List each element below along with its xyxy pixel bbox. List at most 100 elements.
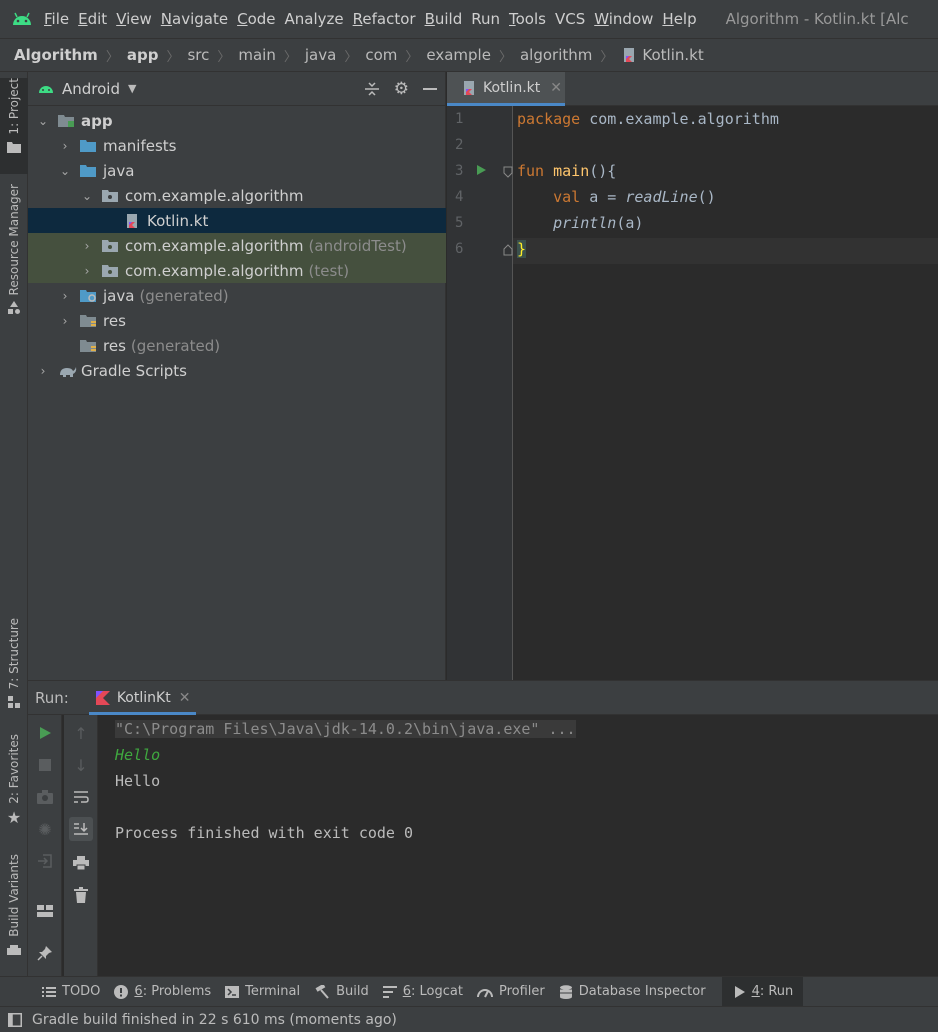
tool-tab-project[interactable]: 1: Project <box>0 78 28 174</box>
menu-edit[interactable]: Edit <box>78 10 115 28</box>
tree-item-label: com.example.algorithm <box>125 261 304 280</box>
clear-all-button[interactable] <box>69 883 93 907</box>
breadcrumb-example[interactable]: example <box>426 46 491 64</box>
kotlin-icon <box>95 690 111 706</box>
minimize-icon[interactable] <box>423 87 437 91</box>
breadcrumb-module[interactable]: app <box>127 46 159 64</box>
breadcrumb-java[interactable]: java <box>305 46 336 64</box>
restore-layout-button[interactable] <box>33 849 57 873</box>
tree-item-package[interactable]: ⌄ com.example.algorithm <box>28 183 446 208</box>
menu-navigate[interactable]: Navigate <box>161 10 236 28</box>
rerun-button[interactable] <box>33 721 57 745</box>
chevron-right-icon[interactable]: › <box>80 264 94 278</box>
layout-icon <box>37 905 53 917</box>
scroll-up-button[interactable]: ↑ <box>69 721 93 745</box>
tree-item-gradle-scripts[interactable]: › Gradle Scripts <box>28 358 446 383</box>
layout-button[interactable] <box>33 899 57 923</box>
tree-item-res-generated[interactable]: res (generated) <box>28 333 446 358</box>
scroll-down-button[interactable]: ↓ <box>69 753 93 777</box>
menu-vcs[interactable]: VCS <box>555 10 593 28</box>
code-token: } <box>517 240 527 258</box>
pin-button[interactable] <box>33 941 57 965</box>
menu-help[interactable]: Help <box>662 10 704 28</box>
console-output[interactable]: "C:\Program Files\Java\jdk-14.0.2\bin\ja… <box>108 715 938 977</box>
breadcrumb-project[interactable]: Algorithm <box>14 46 98 64</box>
bottom-tool-window-bar: TODO 6: Problems Terminal Build 6: Logca… <box>0 976 938 1007</box>
fold-marker-icon[interactable] <box>503 244 513 256</box>
gear-icon[interactable]: ⚙ <box>394 79 409 99</box>
line-number: 5 <box>455 215 464 231</box>
tool-label: Build <box>336 984 369 999</box>
tool-tab-build-variants[interactable]: Build Variants <box>0 854 28 964</box>
soft-wrap-button[interactable] <box>69 785 93 809</box>
tool-windows-toggle-icon[interactable] <box>8 1012 22 1027</box>
menu-file[interactable]: File <box>44 10 77 28</box>
tool-build[interactable]: Build <box>310 977 379 1007</box>
tool-todo[interactable]: TODO <box>38 977 110 1007</box>
stop-button[interactable] <box>33 753 57 777</box>
breadcrumb-com[interactable]: com <box>365 46 397 64</box>
status-message[interactable]: Gradle build finished in 22 s 610 ms (mo… <box>32 1012 397 1028</box>
tool-tab-structure[interactable]: 7: Structure <box>0 618 28 714</box>
menu-view[interactable]: View <box>116 10 160 28</box>
tool-logcat[interactable]: 6: Logcat <box>379 977 473 1007</box>
editor-gutter: 1 2 3 4 5 6 <box>447 106 513 680</box>
tool-tab-resource-manager[interactable]: Resource Manager <box>0 184 28 328</box>
chevron-right-icon[interactable]: › <box>80 239 94 253</box>
menu-refactor[interactable]: Refactor <box>353 10 424 28</box>
menu-window[interactable]: Window <box>594 10 661 28</box>
tool-tab-favorites[interactable]: 2: Favorites ★ <box>0 734 28 830</box>
close-icon[interactable]: ✕ <box>179 690 191 706</box>
run-tab-kotlinkt[interactable]: KotlinKt ✕ <box>88 681 197 715</box>
close-icon[interactable]: ✕ <box>550 80 562 96</box>
menu-build[interactable]: Build <box>425 10 471 28</box>
tree-item-package-android-test[interactable]: › com.example.algorithm (androidTest) <box>28 233 446 258</box>
collapse-all-icon[interactable] <box>364 81 380 97</box>
chevron-right-icon[interactable]: › <box>58 289 72 303</box>
tree-item-kotlin-file[interactable]: Kotlin.kt <box>28 208 446 233</box>
tool-database-inspector[interactable]: Database Inspector <box>555 977 716 1007</box>
tool-profiler[interactable]: Profiler <box>473 977 555 1007</box>
chevron-down-icon[interactable]: ⌄ <box>80 189 94 203</box>
menu-tools[interactable]: Tools <box>509 10 554 28</box>
menu-run[interactable]: Run <box>471 10 508 28</box>
chevron-down-icon[interactable]: ⌄ <box>58 164 72 178</box>
project-view-selector[interactable]: Android <box>62 80 120 98</box>
scroll-to-end-button[interactable] <box>69 817 93 841</box>
dump-threads-button[interactable] <box>33 785 57 809</box>
tool-label: Terminal <box>245 984 301 999</box>
tree-item-java-generated[interactable]: › java (generated) <box>28 283 446 308</box>
tool-terminal[interactable]: Terminal <box>221 977 310 1007</box>
build-variants-icon <box>7 943 21 959</box>
tree-item-manifests[interactable]: › manifests <box>28 133 446 158</box>
fold-marker-icon[interactable] <box>503 166 513 178</box>
settings-button[interactable]: ✺ <box>33 817 57 841</box>
chevron-right-icon[interactable]: › <box>58 314 72 328</box>
editor-tab-kotlin[interactable]: Kotlin.kt ✕ <box>447 72 565 106</box>
print-button[interactable] <box>69 851 93 875</box>
console-exit-line: Process finished with exit code 0 <box>115 824 414 842</box>
menu-code[interactable]: Code <box>237 10 283 28</box>
tool-run[interactable]: 4: Run <box>721 976 804 1007</box>
menu-analyze[interactable]: Analyze <box>285 10 352 28</box>
run-gutter-icon[interactable] <box>475 164 487 176</box>
chevron-right-icon[interactable]: › <box>58 139 72 153</box>
dropdown-arrow-icon[interactable]: ▼ <box>128 82 136 95</box>
chevron-right-icon: 〉 <box>166 49 180 65</box>
chevron-down-icon[interactable]: ⌄ <box>36 114 50 128</box>
run-toolbar-primary: ✺ <box>28 715 62 977</box>
soft-wrap-icon <box>74 791 89 803</box>
tree-item-suffix: (test) <box>308 261 350 280</box>
breadcrumb-main[interactable]: main <box>238 46 275 64</box>
code-area[interactable]: package com.example.algorithm fun main()… <box>513 106 938 680</box>
tree-item-app[interactable]: ⌄ app <box>28 108 446 133</box>
tool-problems[interactable]: 6: Problems <box>110 977 221 1007</box>
chevron-right-icon[interactable]: › <box>36 364 50 378</box>
breadcrumb-file[interactable]: Kotlin.kt <box>642 46 703 64</box>
breadcrumb-algorithm[interactable]: algorithm <box>520 46 592 64</box>
tree-item-package-test[interactable]: › com.example.algorithm (test) <box>28 258 446 283</box>
tree-item-res[interactable]: › res <box>28 308 446 333</box>
tree-item-label: Kotlin.kt <box>147 211 209 230</box>
tree-item-java[interactable]: ⌄ java <box>28 158 446 183</box>
breadcrumb-src[interactable]: src <box>187 46 209 64</box>
